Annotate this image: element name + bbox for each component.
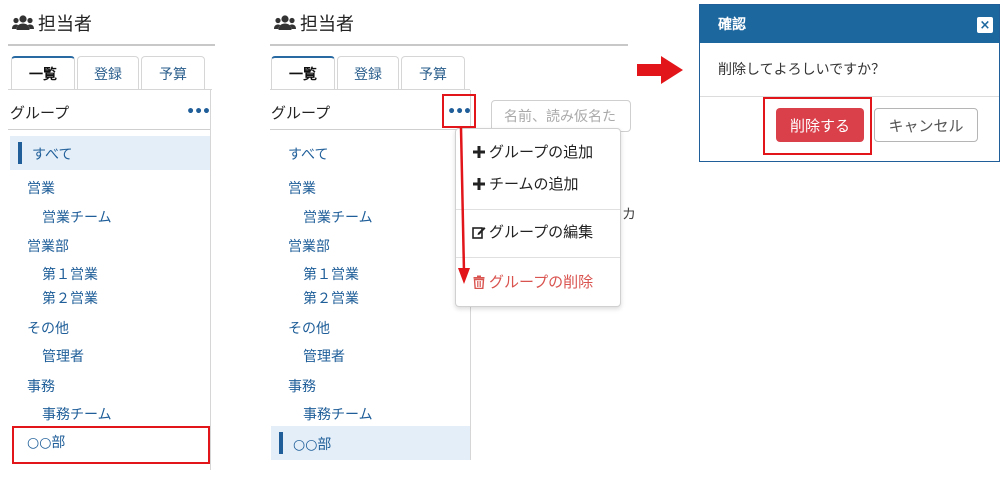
- tree-item-sales-1[interactable]: 第１営業: [42, 264, 98, 284]
- tree-item-sales[interactable]: 営業: [27, 178, 55, 198]
- tree-item-sales-dept[interactable]: 営業部: [288, 236, 330, 256]
- group-actions-menu: グループの追加 チームの追加 グループの編集 グループの削除: [455, 128, 621, 307]
- menu-add-team[interactable]: チームの追加: [472, 173, 579, 194]
- tab-bar: 一覧 登録 予算: [11, 56, 207, 90]
- selection-bar: [279, 432, 283, 454]
- menu-label: グループの追加: [489, 143, 594, 161]
- tree-item-sales-team[interactable]: 営業チーム: [42, 207, 112, 227]
- group-section-header: グループ •••: [10, 100, 211, 124]
- group-divider: [270, 129, 470, 130]
- menu-divider: [456, 209, 620, 210]
- menu-delete-group[interactable]: グループの削除: [472, 271, 593, 292]
- tree-item-office[interactable]: 事務: [288, 376, 316, 396]
- highlight-delete-button: [763, 97, 872, 155]
- selection-bar: [18, 142, 22, 164]
- cancel-button[interactable]: キャンセル: [874, 108, 978, 142]
- tree-item-office-team[interactable]: 事務チーム: [42, 404, 112, 424]
- menu-label: グループの編集: [489, 223, 594, 241]
- header-divider: [270, 44, 628, 46]
- column-divider: [210, 90, 211, 470]
- group-label: グループ: [271, 103, 331, 122]
- tab-register[interactable]: 登録: [337, 56, 399, 90]
- tree-item-all[interactable]: すべて: [10, 136, 210, 170]
- page-header: 担当者: [274, 8, 354, 38]
- panel-group-list-before: 担当者 一覧 登録 予算 グループ ••• すべて 営業 営業チーム 営業部 第…: [0, 0, 216, 487]
- tab-register[interactable]: 登録: [77, 56, 139, 90]
- tree-item-label: すべて: [32, 147, 73, 163]
- tree-item-label: ○○部: [293, 437, 332, 453]
- page-title: 担当者: [300, 14, 354, 35]
- group-section-header: グループ •••: [271, 100, 472, 124]
- arrow-right-icon: [637, 56, 683, 84]
- tree-item-all[interactable]: すべて: [288, 144, 328, 164]
- tree-item-office[interactable]: 事務: [27, 376, 55, 396]
- tree-item-admin[interactable]: 管理者: [303, 346, 345, 366]
- tree-item-new-dept[interactable]: ○○部: [271, 426, 470, 460]
- tab-divider: [8, 89, 212, 90]
- plus-icon: [473, 145, 485, 158]
- header-divider: [8, 44, 215, 46]
- tree-item-sales-2[interactable]: 第２営業: [303, 288, 359, 308]
- trash-icon: [473, 275, 485, 289]
- tree-item-sales[interactable]: 営業: [288, 178, 316, 198]
- tab-budget[interactable]: 予算: [401, 56, 465, 90]
- tree-item-sales-team[interactable]: 営業チーム: [303, 207, 373, 227]
- tree-item-sales-dept[interactable]: 営業部: [27, 236, 69, 256]
- edit-icon: [472, 226, 486, 239]
- tab-bar: 一覧 登録 予算: [271, 56, 467, 90]
- close-icon[interactable]: ×: [977, 17, 993, 33]
- tree-item-admin[interactable]: 管理者: [42, 346, 84, 366]
- menu-edit-group[interactable]: グループの編集: [472, 221, 593, 242]
- tree-item-other[interactable]: その他: [27, 318, 69, 338]
- tab-list[interactable]: 一覧: [11, 56, 75, 90]
- tree-item-sales-1[interactable]: 第１営業: [303, 264, 359, 284]
- plus-icon: [473, 177, 485, 190]
- menu-add-group[interactable]: グループの追加: [472, 141, 593, 162]
- users-icon: [12, 15, 34, 30]
- tab-list[interactable]: 一覧: [271, 56, 335, 90]
- group-label: グループ: [10, 103, 70, 122]
- panel-group-list-menu: 担当者 一覧 登録 予算 グループ ••• 名前、読み仮名た すべて 営業 営業…: [262, 0, 636, 487]
- users-icon: [274, 15, 296, 30]
- ellipsis-icon[interactable]: •••: [186, 104, 211, 120]
- page-title: 担当者: [38, 14, 92, 35]
- partial-text: カ: [622, 207, 636, 223]
- tab-divider: [270, 89, 470, 90]
- menu-label: チームの追加: [489, 175, 579, 193]
- group-divider: [8, 129, 211, 130]
- dialog-header: 確認 ×: [700, 5, 999, 43]
- dialog-message: 削除してよろしいですか？: [718, 62, 886, 78]
- tree-item-sales-2[interactable]: 第２営業: [42, 288, 98, 308]
- page-header: 担当者: [12, 8, 92, 38]
- highlight-ellipsis-button: [442, 94, 476, 128]
- menu-label: グループの削除: [489, 273, 594, 291]
- tree-item-office-team[interactable]: 事務チーム: [303, 404, 373, 424]
- highlight-new-dept: [12, 426, 210, 464]
- dialog-title: 確認: [718, 17, 746, 33]
- tree-item-other[interactable]: その他: [288, 318, 330, 338]
- tab-budget[interactable]: 予算: [141, 56, 205, 90]
- menu-divider: [456, 257, 620, 258]
